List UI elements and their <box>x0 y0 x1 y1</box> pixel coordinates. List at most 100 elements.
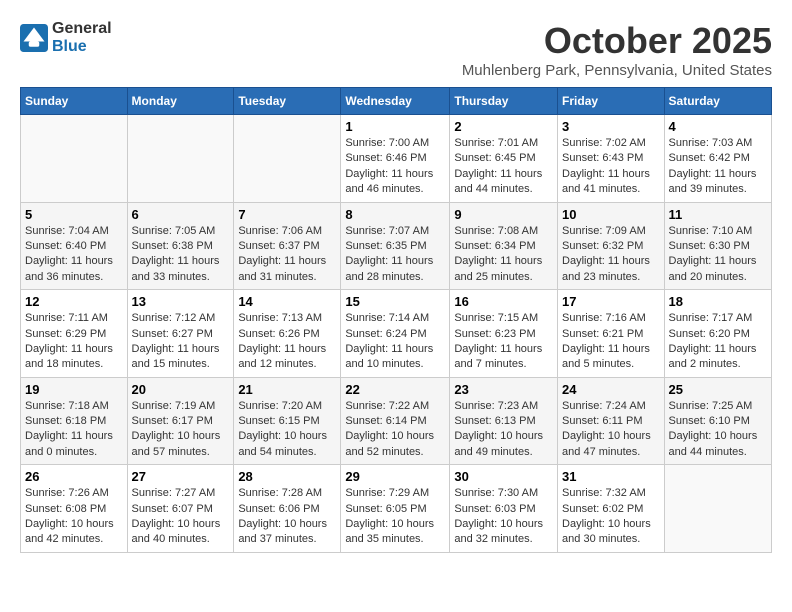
logo-text-general: General <box>52 20 112 37</box>
calendar-cell: 19 Sunrise: 7:18 AMSunset: 6:18 PMDayligh… <box>21 377 128 465</box>
calendar-cell: 28Sunrise: 7:28 AMSunset: 6:06 PMDayligh… <box>234 465 341 553</box>
header-friday: Friday <box>558 88 665 115</box>
header-sunday: Sunday <box>21 88 128 115</box>
day-number: 20 <box>132 382 230 397</box>
calendar-cell: 12 Sunrise: 7:11 AMSunset: 6:29 PMDayligh… <box>21 290 128 378</box>
calendar-cell: 23 Sunrise: 7:23 AMSunset: 6:13 PMDayligh… <box>450 377 558 465</box>
calendar-cell: 5 Sunrise: 7:04 AMSunset: 6:40 PMDaylight… <box>21 202 128 290</box>
calendar-cell: 31Sunrise: 7:32 AMSunset: 6:02 PMDayligh… <box>558 465 665 553</box>
day-number: 21 <box>238 382 336 397</box>
header-thursday: Thursday <box>450 88 558 115</box>
calendar-week-3: 12 Sunrise: 7:11 AMSunset: 6:29 PMDayligh… <box>21 290 772 378</box>
day-number: 24 <box>562 382 660 397</box>
day-detail: Sunrise: 7:11 AMSunset: 6:29 PMDaylight:… <box>25 311 123 373</box>
month-title: October 2025 <box>462 20 772 62</box>
calendar-cell <box>127 115 234 203</box>
day-number: 10 <box>562 207 660 222</box>
calendar-cell: 27Sunrise: 7:27 AMSunset: 6:07 PMDayligh… <box>127 465 234 553</box>
calendar-cell: 30 Sunrise: 7:30 AMSunset: 6:03 PMDayligh… <box>450 465 558 553</box>
calendar-cell: 11Sunrise: 7:10 AMSunset: 6:30 PMDayligh… <box>664 202 771 290</box>
day-detail: Sunrise: 7:14 AMSunset: 6:24 PMDaylight:… <box>345 311 445 373</box>
calendar-cell: 29Sunrise: 7:29 AMSunset: 6:05 PMDayligh… <box>341 465 450 553</box>
day-detail: Sunrise: 7:00 AMSunset: 6:46 PMDaylight:… <box>345 136 445 198</box>
calendar-cell: 26 Sunrise: 7:26 AMSunset: 6:08 PMDayligh… <box>21 465 128 553</box>
calendar-cell: 2Sunrise: 7:01 AMSunset: 6:45 PMDaylight… <box>450 115 558 203</box>
header-wednesday: Wednesday <box>341 88 450 115</box>
day-number: 11 <box>669 207 767 222</box>
day-detail: Sunrise: 7:12 AMSunset: 6:27 PMDaylight:… <box>132 311 230 373</box>
day-number: 7 <box>238 207 336 222</box>
day-number: 26 <box>25 469 123 484</box>
day-number: 23 <box>454 382 553 397</box>
calendar-cell: 3 Sunrise: 7:02 AMSunset: 6:43 PMDaylight… <box>558 115 665 203</box>
day-detail: Sunrise: 7:13 AMSunset: 6:26 PMDaylight:… <box>238 311 336 373</box>
header-tuesday: Tuesday <box>234 88 341 115</box>
calendar-cell: 14Sunrise: 7:13 AMSunset: 6:26 PMDayligh… <box>234 290 341 378</box>
day-number: 3 <box>562 119 660 134</box>
calendar-cell: 24 Sunrise: 7:24 AMSunset: 6:11 PMDayligh… <box>558 377 665 465</box>
day-detail: Sunrise: 7:04 AMSunset: 6:40 PMDaylight:… <box>25 224 123 286</box>
day-number: 15 <box>345 294 445 309</box>
logo-icon <box>20 24 48 52</box>
day-detail: Sunrise: 7:23 AMSunset: 6:13 PMDaylight:… <box>454 399 553 461</box>
calendar-cell: 1 Sunrise: 7:00 AMSunset: 6:46 PMDaylight… <box>341 115 450 203</box>
calendar-cell: 15 Sunrise: 7:14 AMSunset: 6:24 PMDayligh… <box>341 290 450 378</box>
day-number: 6 <box>132 207 230 222</box>
day-detail: Sunrise: 7:09 AMSunset: 6:32 PMDaylight:… <box>562 224 660 286</box>
day-detail: Sunrise: 7:07 AMSunset: 6:35 PMDaylight:… <box>345 224 445 286</box>
day-number: 5 <box>25 207 123 222</box>
calendar-cell <box>664 465 771 553</box>
day-detail: Sunrise: 7:02 AMSunset: 6:43 PMDaylight:… <box>562 136 660 198</box>
day-number: 22 <box>345 382 445 397</box>
day-detail: Sunrise: 7:32 AMSunset: 6:02 PMDaylight:… <box>562 486 660 548</box>
day-detail: Sunrise: 7:18 AMSunset: 6:18 PMDaylight:… <box>25 399 123 461</box>
day-number: 28 <box>238 469 336 484</box>
day-detail: Sunrise: 7:26 AMSunset: 6:08 PMDaylight:… <box>25 486 123 548</box>
day-detail: Sunrise: 7:17 AMSunset: 6:20 PMDaylight:… <box>669 311 767 373</box>
day-number: 2 <box>454 119 553 134</box>
day-detail: Sunrise: 7:30 AMSunset: 6:03 PMDaylight:… <box>454 486 553 548</box>
day-number: 9 <box>454 207 553 222</box>
calendar-header-row: SundayMondayTuesdayWednesdayThursdayFrid… <box>21 88 772 115</box>
calendar-cell: 8 Sunrise: 7:07 AMSunset: 6:35 PMDaylight… <box>341 202 450 290</box>
day-detail: Sunrise: 7:27 AMSunset: 6:07 PMDaylight:… <box>132 486 230 548</box>
day-detail: Sunrise: 7:05 AMSunset: 6:38 PMDaylight:… <box>132 224 230 286</box>
calendar-cell: 13 Sunrise: 7:12 AMSunset: 6:27 PMDayligh… <box>127 290 234 378</box>
day-number: 19 <box>25 382 123 397</box>
day-detail: Sunrise: 7:15 AMSunset: 6:23 PMDaylight:… <box>454 311 553 373</box>
day-number: 8 <box>345 207 445 222</box>
calendar-cell: 17Sunrise: 7:16 AMSunset: 6:21 PMDayligh… <box>558 290 665 378</box>
day-number: 13 <box>132 294 230 309</box>
day-detail: Sunrise: 7:20 AMSunset: 6:15 PMDaylight:… <box>238 399 336 461</box>
day-number: 1 <box>345 119 445 134</box>
calendar-cell: 7 Sunrise: 7:06 AMSunset: 6:37 PMDaylight… <box>234 202 341 290</box>
calendar-cell <box>234 115 341 203</box>
day-number: 18 <box>669 294 767 309</box>
calendar-week-2: 5 Sunrise: 7:04 AMSunset: 6:40 PMDaylight… <box>21 202 772 290</box>
day-number: 17 <box>562 294 660 309</box>
calendar-cell: 6 Sunrise: 7:05 AMSunset: 6:38 PMDaylight… <box>127 202 234 290</box>
header-monday: Monday <box>127 88 234 115</box>
day-detail: Sunrise: 7:22 AMSunset: 6:14 PMDaylight:… <box>345 399 445 461</box>
calendar-week-4: 19 Sunrise: 7:18 AMSunset: 6:18 PMDayligh… <box>21 377 772 465</box>
day-number: 12 <box>25 294 123 309</box>
calendar-cell: 10 Sunrise: 7:09 AMSunset: 6:32 PMDayligh… <box>558 202 665 290</box>
day-number: 30 <box>454 469 553 484</box>
subtitle: Muhlenberg Park, Pennsylvania, United St… <box>462 62 772 79</box>
calendar-cell: 25 Sunrise: 7:25 AMSunset: 6:10 PMDayligh… <box>664 377 771 465</box>
day-number: 25 <box>669 382 767 397</box>
title-block: October 2025 Muhlenberg Park, Pennsylvan… <box>462 20 772 79</box>
calendar-cell: 18 Sunrise: 7:17 AMSunset: 6:20 PMDayligh… <box>664 290 771 378</box>
calendar-cell: 9 Sunrise: 7:08 AMSunset: 6:34 PMDaylight… <box>450 202 558 290</box>
day-detail: Sunrise: 7:25 AMSunset: 6:10 PMDaylight:… <box>669 399 767 461</box>
day-detail: Sunrise: 7:06 AMSunset: 6:37 PMDaylight:… <box>238 224 336 286</box>
calendar-cell: 16Sunrise: 7:15 AMSunset: 6:23 PMDayligh… <box>450 290 558 378</box>
day-detail: Sunrise: 7:24 AMSunset: 6:11 PMDaylight:… <box>562 399 660 461</box>
calendar-cell <box>21 115 128 203</box>
day-detail: Sunrise: 7:19 AMSunset: 6:17 PMDaylight:… <box>132 399 230 461</box>
calendar-table: SundayMondayTuesdayWednesdayThursdayFrid… <box>20 87 772 553</box>
day-detail: Sunrise: 7:08 AMSunset: 6:34 PMDaylight:… <box>454 224 553 286</box>
calendar-week-1: 1 Sunrise: 7:00 AMSunset: 6:46 PMDaylight… <box>21 115 772 203</box>
logo-text-blue: Blue <box>52 38 87 55</box>
logo: General Blue <box>20 20 112 56</box>
